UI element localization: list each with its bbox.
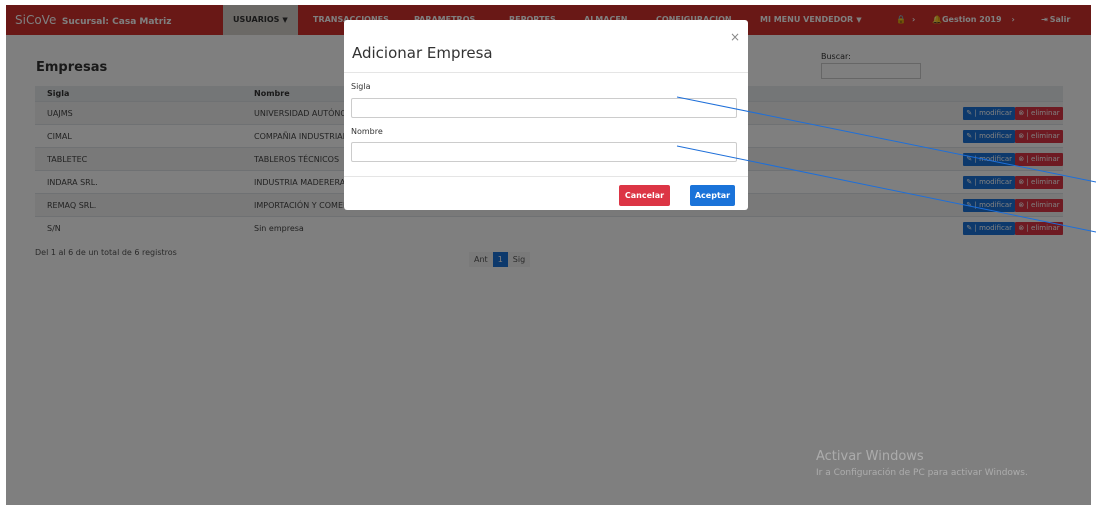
accept-button[interactable]: Aceptar xyxy=(690,185,735,206)
nombre-label: Nombre xyxy=(351,127,383,136)
app-window: SiCoVe Sucursal: Casa Matriz USUARIOS▼ T… xyxy=(6,5,1091,505)
activation-watermark-text: Ir a Configuración de PC para activar Wi… xyxy=(816,468,1028,478)
sigla-input[interactable] xyxy=(351,98,737,118)
modal-divider xyxy=(344,176,748,177)
nombre-input[interactable] xyxy=(351,142,737,162)
modal-title: Adicionar Empresa xyxy=(352,44,493,62)
cancel-button[interactable]: Cancelar xyxy=(619,185,670,206)
add-empresa-modal: Adicionar Empresa × Sigla Nombre Cancela… xyxy=(344,20,748,210)
sigla-label: Sigla xyxy=(351,82,371,91)
activation-watermark-title: Activar Windows xyxy=(816,449,924,464)
close-icon[interactable]: × xyxy=(730,30,740,44)
modal-divider xyxy=(344,72,748,73)
